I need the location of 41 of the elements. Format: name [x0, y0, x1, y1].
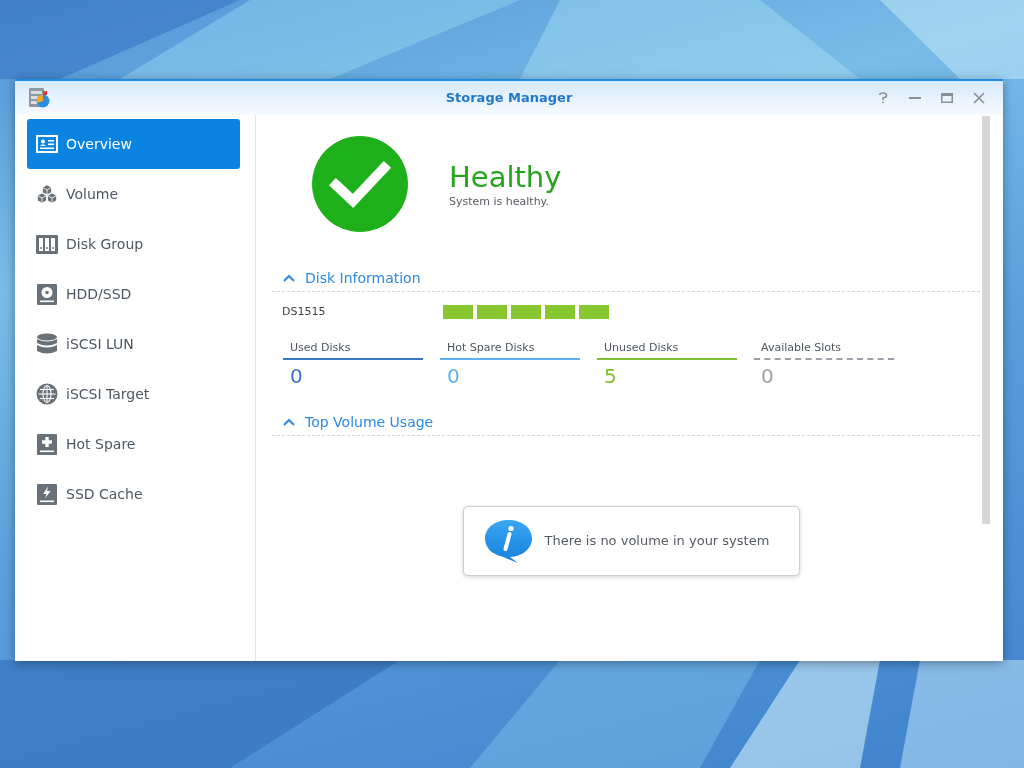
database-icon [36, 333, 58, 355]
maximize-button[interactable] [941, 92, 953, 104]
stat-value: 0 [289, 363, 304, 390]
drive-plus-icon [37, 433, 57, 455]
scrollbar-thumb[interactable] [982, 116, 990, 524]
section-header[interactable]: Disk Information [272, 265, 980, 292]
close-icon [973, 92, 985, 104]
sidebar-item[interactable]: SSD Cache [27, 469, 240, 519]
sidebar-item[interactable]: Volume [27, 169, 240, 219]
sidebar-item[interactable]: iSCSI Target [27, 369, 240, 419]
stat-value: 5 [603, 363, 618, 390]
device-model: DS1515 [282, 303, 327, 320]
health-message: System is healthy. [449, 193, 551, 209]
health-status: Healthy [449, 159, 562, 194]
help-button[interactable] [877, 92, 889, 104]
stat-value: 0 [446, 363, 461, 390]
sidebar-item[interactable]: Hot Spare [27, 419, 240, 469]
info-bubble-icon [483, 518, 533, 564]
id-card-icon [36, 135, 58, 153]
maximize-icon [941, 93, 953, 103]
drive-bays-icon [36, 234, 58, 254]
stat-value: 0 [760, 363, 775, 390]
stat-label: Hot Spare Disks [446, 340, 536, 356]
cubes-icon [36, 183, 58, 205]
close-button[interactable] [973, 92, 985, 104]
stat-label: Available Slots [760, 340, 843, 356]
info-message: There is no volume in your system [544, 532, 770, 551]
sidebar-item[interactable]: HDD/SSD [27, 269, 240, 319]
sidebar-item[interactable]: Disk Group [27, 219, 240, 269]
section-header[interactable]: Top Volume Usage [272, 409, 980, 436]
drive-lightning-icon [37, 483, 57, 505]
help-icon [878, 92, 888, 104]
stat-label: Used Disks [289, 340, 352, 356]
window-title: Storage Manager [445, 89, 573, 108]
minimize-icon [909, 97, 921, 99]
sidebar-item[interactable]: iSCSI LUN [27, 319, 240, 369]
app-icon[interactable] [28, 87, 50, 109]
hard-drive-icon [37, 283, 57, 305]
stat-label: Unused Disks [603, 340, 680, 356]
sidebar-item[interactable]: Overview [27, 119, 240, 169]
globe-icon [36, 383, 58, 405]
